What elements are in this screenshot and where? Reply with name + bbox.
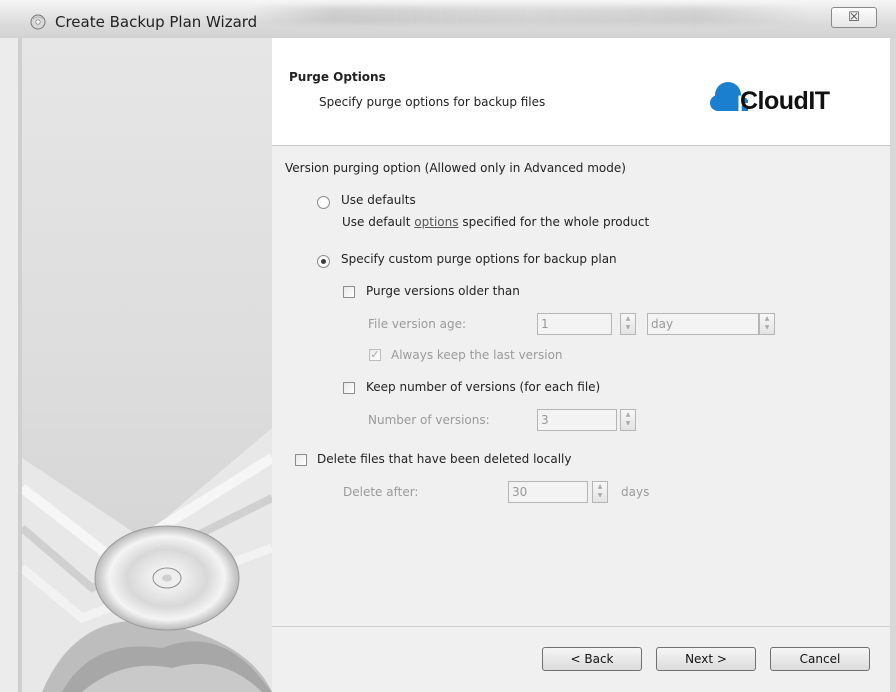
wizard-content: Purge Options Specify purge options for … [272,38,890,692]
use-defaults-description: Use default options specified for the wh… [342,215,649,229]
use-defaults-desc-suffix: specified for the whole product [462,215,650,229]
purge-older-checkbox[interactable] [343,286,355,298]
keep-number-label[interactable]: Keep number of versions (for each file) [366,380,600,394]
file-version-age-input[interactable]: 1 [537,313,612,335]
number-of-versions-spinner[interactable]: ▲ ▼ [620,409,636,431]
page-header: Purge Options Specify purge options for … [272,38,890,146]
back-button[interactable]: < Back [542,647,642,671]
logo-text: CloudIT [740,87,830,115]
delete-after-label: Delete after: [343,485,419,499]
delete-after-unit: days [621,485,650,499]
options-link[interactable]: options [414,215,458,229]
use-defaults-label[interactable]: Use defaults [341,193,416,207]
side-banner-graphic [22,428,272,692]
delete-local-label[interactable]: Delete files that have been deleted loca… [317,452,571,466]
page-subtitle: Specify purge options for backup files [319,95,546,109]
always-keep-label[interactable]: Always keep the last version [391,348,563,362]
custom-purge-radio[interactable] [317,255,330,268]
cloudit-logo: F CloudIT [710,78,870,118]
title-bar-background-blur [250,6,810,24]
delete-after-spinner[interactable]: ▲ ▼ [592,481,608,503]
file-version-age-unit-select[interactable]: day [647,313,759,335]
file-version-age-unit-spinner[interactable]: ▲ ▼ [759,313,775,335]
title-bar[interactable]: Create Backup Plan Wizard ☒ [0,0,896,38]
footer-divider [272,626,890,627]
file-version-age-label: File version age: [368,317,467,331]
delete-after-input[interactable]: 30 [508,481,588,503]
window-frame-right [890,38,896,692]
next-button[interactable]: Next > [656,647,756,671]
use-defaults-desc-prefix: Use default [342,215,411,229]
close-icon: ☒ [848,10,860,25]
cancel-button[interactable]: Cancel [770,647,870,671]
wizard-window: Create Backup Plan Wizard ☒ Purge Option… [0,0,896,692]
always-keep-checkbox[interactable]: ✓ [369,349,381,361]
close-button[interactable]: ☒ [831,7,877,28]
keep-number-checkbox[interactable] [343,382,355,394]
custom-purge-label[interactable]: Specify custom purge options for backup … [341,252,617,266]
wizard-side-banner [22,38,272,692]
purge-older-label[interactable]: Purge versions older than [366,284,520,298]
delete-local-checkbox[interactable] [295,454,307,466]
purging-option-heading: Version purging option (Allowed only in … [285,161,626,175]
number-of-versions-input[interactable]: 3 [537,409,617,431]
number-of-versions-label: Number of versions: [368,413,490,427]
use-defaults-radio[interactable] [317,196,330,209]
page-title: Purge Options [289,70,386,84]
app-disc-icon [30,14,46,30]
window-title: Create Backup Plan Wizard [55,13,258,31]
file-version-age-spinner[interactable]: ▲ ▼ [620,313,636,335]
